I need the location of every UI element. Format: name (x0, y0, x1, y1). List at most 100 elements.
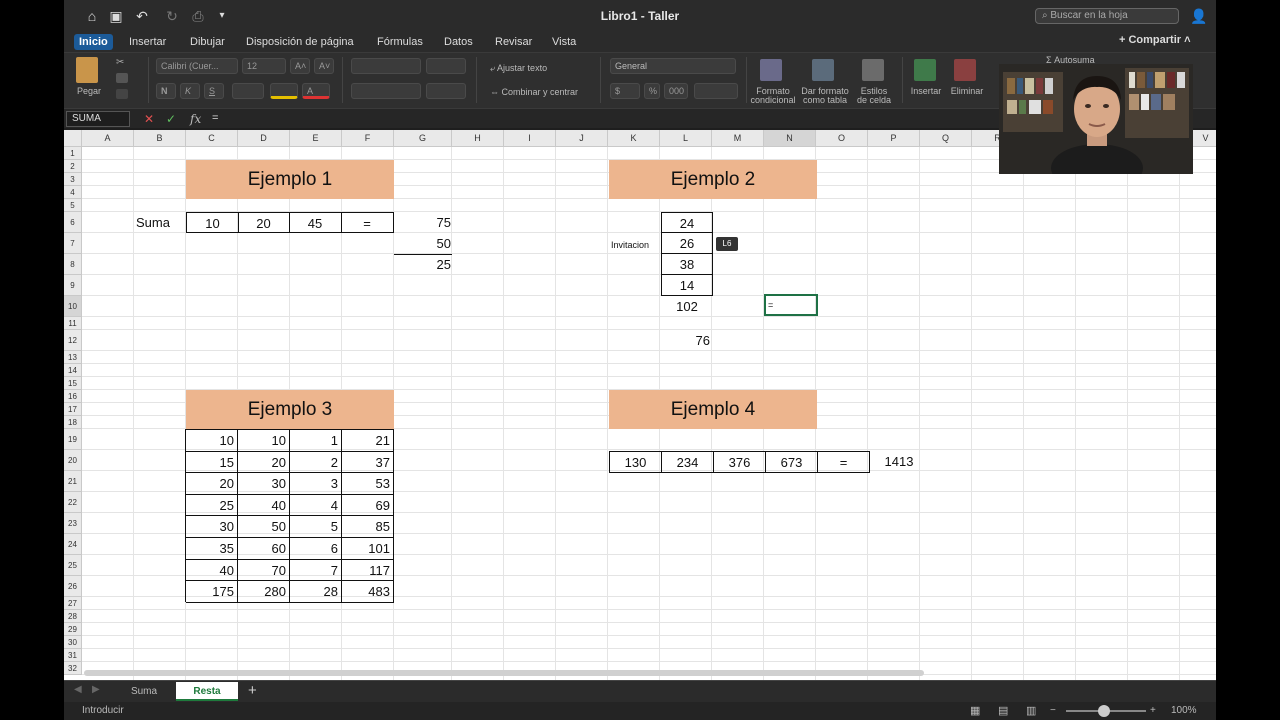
ejemplo3-cell[interactable]: 35 (186, 538, 238, 560)
ejemplo3-cell[interactable]: 280 (238, 581, 290, 603)
ejemplo3-cell[interactable]: 30 (238, 473, 290, 495)
column-header-q[interactable]: Q (920, 130, 972, 147)
increase-font-icon[interactable]: A˄ (290, 58, 310, 74)
cell-g8[interactable]: 25 (394, 254, 454, 275)
profile-icon[interactable]: 👤 (1190, 8, 1207, 24)
tab-dibujar[interactable]: Dibujar (185, 34, 230, 50)
row-header-2[interactable]: 2 (64, 160, 82, 173)
insert-function-icon[interactable]: fx (190, 112, 201, 126)
format-table-button[interactable]: Dar formato como tabla (800, 87, 850, 105)
row-header-22[interactable]: 22 (64, 492, 82, 513)
align-horizontal-icon[interactable] (351, 83, 421, 99)
row-header-25[interactable]: 25 (64, 555, 82, 576)
cancel-icon[interactable]: ✕ (144, 112, 154, 126)
column-header-m[interactable]: M (712, 130, 764, 147)
merge-center-button[interactable]: ⇔ Combinar y centrar (490, 88, 578, 97)
row-header-1[interactable]: 1 (64, 147, 82, 160)
borders-icon[interactable] (232, 83, 264, 99)
cell-l10[interactable]: 102 (661, 296, 713, 317)
ejemplo4-cell[interactable]: = (818, 452, 870, 473)
delete-cells-icon[interactable] (954, 59, 976, 81)
ejemplo3-cell[interactable]: 175 (186, 581, 238, 603)
italic-icon[interactable]: K (180, 83, 200, 99)
row-header-9[interactable]: 9 (64, 275, 82, 296)
ejemplo3-cell[interactable]: 37 (342, 451, 394, 474)
add-sheet-icon[interactable]: + (248, 682, 257, 699)
row-header-21[interactable]: 21 (64, 471, 82, 492)
prev-sheet-icon[interactable]: ◀ (74, 684, 82, 695)
row-header-6[interactable]: 6 (64, 212, 82, 233)
ejemplo3-cell[interactable]: 28 (290, 581, 342, 603)
page-layout-icon[interactable]: ▤ (998, 702, 1008, 720)
row-header-31[interactable]: 31 (64, 649, 82, 662)
tab-disposicion[interactable]: Disposición de página (241, 34, 359, 50)
row-header-12[interactable]: 12 (64, 330, 82, 351)
row-header-27[interactable]: 27 (64, 597, 82, 610)
row-header-29[interactable]: 29 (64, 623, 82, 636)
column-header-h[interactable]: H (452, 130, 504, 147)
column-header-i[interactable]: I (504, 130, 556, 147)
ejemplo3-cell[interactable]: 85 (342, 516, 394, 538)
ejemplo4-cell[interactable]: 376 (714, 452, 766, 473)
row-header-18[interactable]: 18 (64, 416, 82, 429)
row-header-13[interactable]: 13 (64, 351, 82, 364)
tab-revisar[interactable]: Revisar (490, 34, 537, 50)
ejemplo3-cell[interactable]: 40 (238, 494, 290, 517)
row-header-30[interactable]: 30 (64, 636, 82, 649)
format-painter-icon[interactable] (116, 89, 128, 99)
ejemplo3-cell[interactable]: 10 (186, 430, 238, 452)
bold-icon[interactable]: N (156, 83, 176, 99)
row-header-16[interactable]: 16 (64, 390, 82, 403)
ejemplo3-cell[interactable]: 2 (290, 451, 342, 474)
tab-inicio[interactable]: Inicio (74, 34, 113, 50)
cell-l8[interactable]: 38 (661, 254, 713, 275)
decimals-icon[interactable] (694, 83, 738, 99)
ejemplo3-cell[interactable]: 101 (342, 538, 394, 560)
column-header-o[interactable]: O (816, 130, 868, 147)
row-header-26[interactable]: 26 (64, 576, 82, 597)
copy-icon[interactable] (116, 73, 128, 83)
ejemplo3-cell[interactable]: 15 (186, 451, 238, 474)
cell-e6[interactable]: 45 (289, 212, 342, 233)
cell-p20[interactable]: 1413 (874, 451, 924, 472)
tab-datos[interactable]: Datos (439, 34, 478, 50)
column-header-d[interactable]: D (238, 130, 290, 147)
font-size-select[interactable]: 12 (242, 58, 286, 74)
column-header-a[interactable]: A (82, 130, 134, 147)
ejemplo3-cell[interactable]: 40 (186, 559, 238, 582)
ejemplo3-cell[interactable]: 4 (290, 494, 342, 517)
ejemplo4-cell[interactable]: 130 (610, 452, 662, 473)
column-header-g[interactable]: G (394, 130, 452, 147)
ejemplo3-cell[interactable]: 69 (342, 494, 394, 517)
share-button[interactable]: + Compartir ˄ (1119, 34, 1191, 46)
tab-formulas[interactable]: Fórmulas (372, 34, 428, 50)
ejemplo3-cell[interactable]: 70 (238, 559, 290, 582)
orientation-icon[interactable] (426, 58, 466, 74)
next-sheet-icon[interactable]: ▶ (92, 684, 100, 695)
formula-input[interactable]: = (212, 112, 218, 124)
ejemplo3-cell[interactable]: 1 (290, 430, 342, 452)
column-header-l[interactable]: L (660, 130, 712, 147)
column-header-n[interactable]: N (764, 130, 816, 147)
ejemplo3-cell[interactable]: 25 (186, 494, 238, 517)
cell-styles-icon[interactable] (862, 59, 884, 81)
select-all-corner[interactable] (64, 130, 82, 147)
cell-l7[interactable]: 26 (661, 233, 713, 254)
ejemplo3-cell[interactable]: 3 (290, 473, 342, 495)
ejemplo3-cell[interactable]: 21 (342, 430, 394, 452)
row-header-3[interactable]: 3 (64, 173, 82, 186)
column-header-b[interactable]: B (134, 130, 186, 147)
cell-l9[interactable]: 14 (661, 275, 713, 296)
ejemplo3-cell[interactable]: 10 (238, 430, 290, 452)
column-header-p[interactable]: P (868, 130, 920, 147)
currency-icon[interactable]: $ (610, 83, 640, 99)
cut-icon[interactable]: ✂ (116, 57, 128, 68)
ejemplo3-cell[interactable]: 20 (186, 473, 238, 495)
cell-styles-button[interactable]: Estilos de celda (852, 87, 896, 105)
horizontal-scrollbar[interactable] (84, 670, 924, 676)
cell-d6[interactable]: 20 (238, 212, 290, 233)
column-header-k[interactable]: K (608, 130, 660, 147)
row-header-17[interactable]: 17 (64, 403, 82, 416)
spreadsheet-grid[interactable]: ABCDEFGHIJKLMNOPQRSTUV 12345678910111213… (64, 130, 1216, 680)
tab-vista[interactable]: Vista (547, 34, 581, 50)
